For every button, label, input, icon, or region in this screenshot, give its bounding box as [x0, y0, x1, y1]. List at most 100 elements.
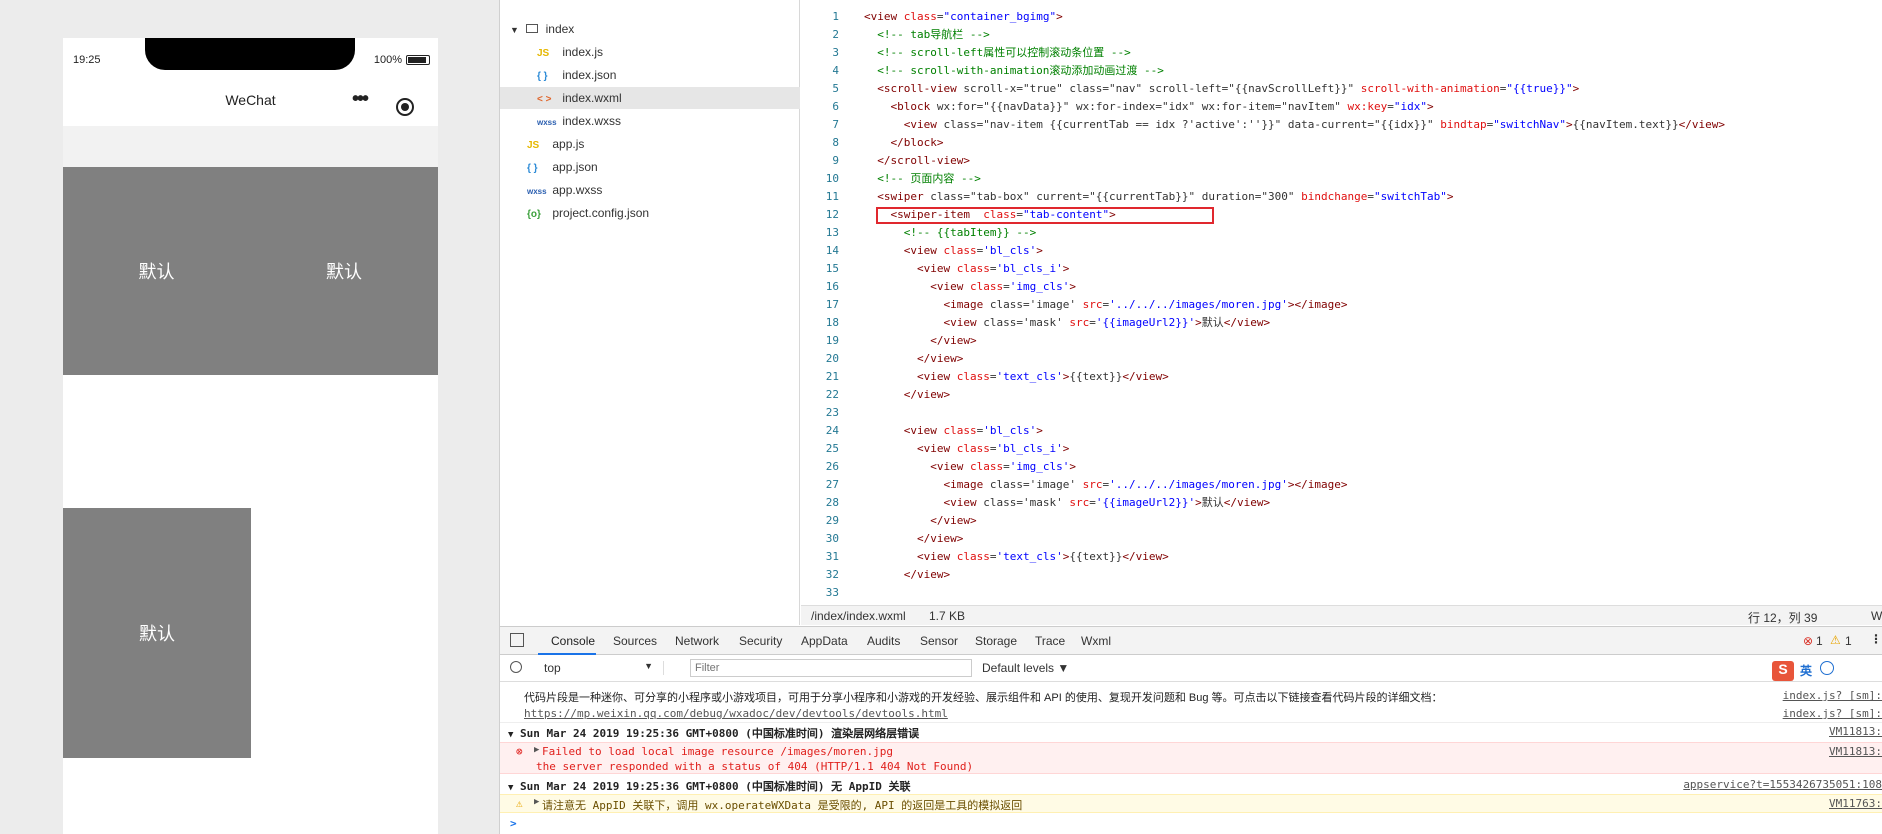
ime-mode-label[interactable]: 英: [1800, 662, 1812, 679]
code-line[interactable]: </block>: [864, 134, 1725, 152]
line-number: 13: [825, 226, 839, 239]
code-line[interactable]: <view class='text_cls'>{{text}}</view>: [864, 368, 1725, 386]
code-line[interactable]: <view class='mask' src='{{imageUrl2}}'>默…: [864, 494, 1725, 512]
tab-sources[interactable]: Sources: [613, 634, 657, 648]
log-source-link[interactable]: VM11813:: [1829, 745, 1882, 758]
wechat-navbar: WeChat •••: [63, 74, 438, 126]
code-line[interactable]: <image class='image' src='../../../image…: [864, 476, 1725, 494]
tab-sensor[interactable]: Sensor: [920, 634, 958, 648]
file-item[interactable]: wxss index.wxss: [500, 110, 800, 132]
code-line[interactable]: <scroll-view scroll-x="true" class="nav"…: [864, 80, 1725, 98]
warning-count[interactable]: 1: [1845, 634, 1852, 648]
image-tile[interactable]: 默认: [63, 167, 250, 375]
expand-arrow-icon[interactable]: ▶: [534, 745, 539, 755]
clear-console-icon[interactable]: [510, 661, 522, 673]
log-source-link[interactable]: VM11813:: [1829, 725, 1882, 738]
console-filter-bar: top ▼ Default levels ▼ S 英: [500, 656, 1882, 682]
code-line[interactable]: <!-- 页面内容 -->: [864, 170, 1725, 188]
code-line[interactable]: </view>: [864, 566, 1725, 584]
code-line[interactable]: <image class='image' src='../../../image…: [864, 296, 1725, 314]
code-area[interactable]: <view class="container_bgimg"> <!-- tab导…: [864, 8, 1725, 602]
log-source-link[interactable]: index.js? [sm]:: [1783, 689, 1882, 702]
devtools-menu-icon[interactable]: ⋮: [1870, 632, 1882, 646]
code-line[interactable]: <view class='bl_cls_i'>: [864, 440, 1725, 458]
folder-index[interactable]: ▼ index: [510, 18, 790, 40]
code-line[interactable]: <view class='img_cls'>: [864, 278, 1725, 296]
image-tile[interactable]: 默认: [250, 167, 438, 375]
code-line[interactable]: <!-- scroll-left属性可以控制滚动条位置 -->: [864, 44, 1725, 62]
tab-wxml[interactable]: Wxml: [1081, 634, 1111, 648]
sogou-ime-icon[interactable]: S: [1772, 661, 1794, 681]
file-item[interactable]: { } index.json: [500, 64, 800, 86]
file-label: index.json: [562, 68, 617, 82]
file-item[interactable]: wxss app.wxss: [500, 179, 800, 201]
inspect-element-icon[interactable]: [510, 633, 524, 647]
file-item[interactable]: { } app.json: [500, 156, 800, 178]
code-line[interactable]: <swiper class="tab-box" current="{{curre…: [864, 188, 1725, 206]
simulator-panel: 19:25 100% WeChat ••• 默认 默认 默认: [0, 0, 500, 834]
json-file-icon: { }: [527, 163, 538, 174]
code-line[interactable]: </scroll-view>: [864, 152, 1725, 170]
line-number: 6: [832, 100, 839, 113]
code-line[interactable]: <view class='bl_cls_i'>: [864, 260, 1725, 278]
code-line[interactable]: </view>: [864, 386, 1725, 404]
code-line[interactable]: </view>: [864, 350, 1725, 368]
file-size: 1.7 KB: [929, 609, 966, 623]
code-line[interactable]: <block wx:for="{{navData}}" wx:for-index…: [864, 98, 1725, 116]
code-line[interactable]: <view class='bl_cls'>: [864, 242, 1725, 260]
code-line[interactable]: </view>: [864, 332, 1725, 350]
ime-emoji-icon[interactable]: [1820, 661, 1834, 675]
console-filter-input[interactable]: [690, 659, 972, 677]
code-editor[interactable]: 1 2 3 4 5 6 7 8 9 10 11 12 13 14 15 16 17 18 19 20 21 22 23 24 2…: [801, 0, 1882, 605]
image-tile[interactable]: 默认: [63, 508, 251, 758]
file-label: index.wxml: [562, 91, 622, 105]
file-item[interactable]: {o} project.config.json: [500, 202, 800, 224]
code-line[interactable]: [864, 584, 1725, 602]
tab-network[interactable]: Network: [675, 634, 719, 648]
more-icon[interactable]: •••: [352, 89, 369, 109]
close-miniprogram-icon[interactable]: [396, 98, 414, 116]
code-line[interactable]: </view>: [864, 530, 1725, 548]
line-number: 28: [825, 496, 839, 509]
log-source-link[interactable]: appservice?t=1553426735051:108: [1683, 778, 1882, 791]
tab-audits[interactable]: Audits: [867, 634, 900, 648]
code-line[interactable]: <!-- tab导航栏 -->: [864, 26, 1725, 44]
status-right-label: W: [1871, 609, 1882, 623]
code-line[interactable]: [864, 404, 1725, 422]
line-number: 9: [832, 154, 839, 167]
console-prompt[interactable]: >: [500, 817, 1882, 830]
tab-appdata[interactable]: AppData: [801, 634, 848, 648]
expand-arrow-icon[interactable]: ▶: [534, 797, 539, 807]
line-number: 5: [832, 82, 839, 95]
code-line[interactable]: <view class="nav-item {{currentTab == id…: [864, 116, 1725, 134]
file-item[interactable]: JS app.js: [500, 133, 800, 155]
tab-storage[interactable]: Storage: [975, 634, 1017, 648]
code-line[interactable]: <view class='img_cls'>: [864, 458, 1725, 476]
file-label: app.json: [552, 160, 598, 174]
code-line[interactable]: <!-- {{tabItem}} -->: [864, 224, 1725, 242]
code-line[interactable]: <view class='text_cls'>{{text}}</view>: [864, 548, 1725, 566]
tab-trace[interactable]: Trace: [1035, 634, 1065, 648]
warning-icon: ⚠: [1830, 633, 1841, 647]
console-group-header[interactable]: ▼ Sun Mar 24 2019 19:25:36 GMT+0800 (中国标…: [500, 778, 1882, 794]
console-log-intro: 代码片段是一种迷你、可分享的小程序或小游戏项目，可用于分享小程序和小游戏的开发经…: [500, 689, 1882, 705]
log-levels-dropdown[interactable]: Default levels ▼: [982, 661, 1069, 675]
log-source-link[interactable]: index.js? [sm]:: [1783, 707, 1882, 720]
code-line[interactable]: <!-- scroll-with-animation滚动添加动画过渡 -->: [864, 62, 1725, 80]
code-line[interactable]: </view>: [864, 512, 1725, 530]
file-item[interactable]: JS index.js: [500, 41, 800, 63]
error-count[interactable]: 1: [1816, 634, 1823, 648]
tab-security[interactable]: Security: [739, 634, 782, 648]
line-number: 17: [825, 298, 839, 311]
log-source-link[interactable]: VM11763:: [1829, 797, 1882, 810]
code-line[interactable]: <view class="container_bgimg">: [864, 8, 1725, 26]
tab-nav-strip[interactable]: [63, 126, 438, 167]
tab-console[interactable]: Console: [551, 634, 595, 648]
code-line[interactable]: <view class='bl_cls'>: [864, 422, 1725, 440]
console-group-header[interactable]: ▼ Sun Mar 24 2019 19:25:36 GMT+0800 (中国标…: [500, 725, 1882, 741]
code-line[interactable]: <view class='mask' src='{{imageUrl2}}'>默…: [864, 314, 1725, 332]
editor-status-bar: /index/index.wxml 1.7 KB 行 12，列 39 W: [801, 605, 1882, 625]
docs-link[interactable]: https://mp.weixin.qq.com/debug/wxadoc/de…: [524, 707, 948, 720]
context-selector[interactable]: top ▼: [544, 661, 664, 675]
file-item-selected[interactable]: < > index.wxml: [500, 87, 800, 109]
